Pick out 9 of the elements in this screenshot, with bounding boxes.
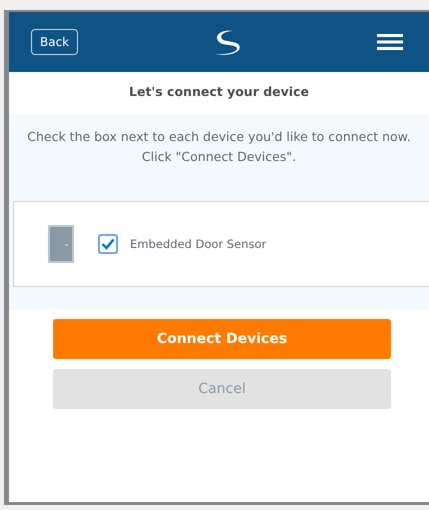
instructions-text: Check the box next to each device you'd like to connect now. Click "Connect Devices".: [26, 128, 412, 166]
door-icon: [48, 225, 74, 263]
connect-button[interactable]: Connect Devices: [53, 319, 391, 359]
cancel-button[interactable]: Cancel: [53, 369, 391, 409]
page-title: Let's connect your device: [128, 83, 310, 101]
back-button[interactable]: Back: [31, 29, 78, 55]
device-label: Embedded Door Sensor: [130, 237, 266, 251]
checkbox[interactable]: [98, 234, 118, 254]
menu-icon[interactable]: [376, 33, 403, 51]
